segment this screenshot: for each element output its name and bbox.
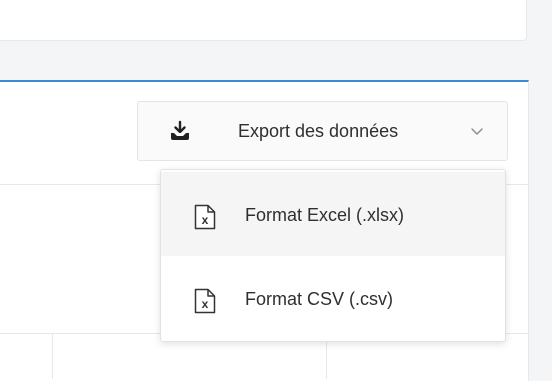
table-column-divider (52, 334, 53, 379)
top-card (0, 0, 527, 41)
export-format-menu: x Format Excel (.xlsx) x Format CSV (.cs… (160, 169, 506, 342)
svg-text:x: x (202, 213, 209, 227)
menu-item-csv[interactable]: x Format CSV (.csv) (161, 256, 505, 340)
csv-file-icon: x (194, 288, 216, 314)
menu-item-label: Format CSV (.csv) (245, 289, 394, 309)
menu-item-excel[interactable]: x Format Excel (.xlsx) (161, 172, 505, 256)
download-tray-icon (171, 120, 189, 140)
menu-item-label: Format Excel (.xlsx) (245, 205, 405, 225)
excel-file-icon: x (194, 204, 216, 230)
export-button-label: Export des données (238, 121, 399, 141)
export-data-button[interactable]: Export des données (137, 101, 508, 161)
chevron-down-icon (471, 128, 483, 135)
svg-text:x: x (202, 297, 209, 311)
